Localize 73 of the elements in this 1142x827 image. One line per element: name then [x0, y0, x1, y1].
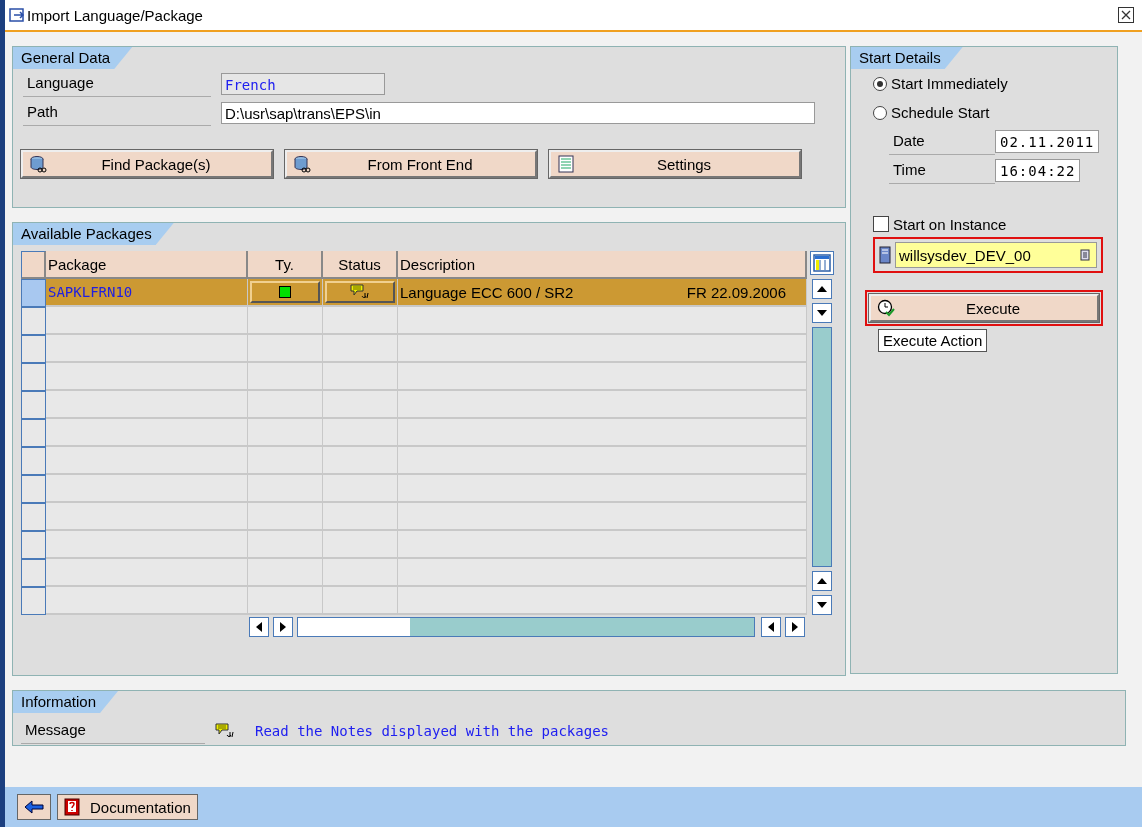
database-icon: [29, 155, 47, 173]
database-icon: [293, 155, 311, 173]
row-selector[interactable]: [21, 419, 46, 447]
status-square-icon: [279, 286, 291, 298]
input-field[interactable]: French: [221, 72, 385, 95]
radio-option[interactable]: Start Immediately: [873, 69, 1117, 98]
row-selector[interactable]: [21, 531, 46, 559]
column-settings-button[interactable]: [810, 251, 834, 275]
radio-option[interactable]: Schedule Start: [873, 98, 1117, 127]
input-field[interactable]: D:\usr\sap\trans\EPS\in: [221, 101, 815, 124]
row-selector[interactable]: [21, 279, 46, 307]
row-selector[interactable]: [21, 587, 46, 615]
table-icon: [813, 254, 831, 272]
time-field[interactable]: 16:04:22: [995, 159, 1081, 182]
row-selector[interactable]: [21, 559, 46, 587]
date-field[interactable]: 02.11.2011: [995, 130, 1100, 153]
table-corner: [21, 251, 46, 279]
close-button[interactable]: [1118, 7, 1134, 23]
scrollbar-thumb[interactable]: [812, 327, 832, 567]
scroll-right-button[interactable]: [273, 617, 293, 637]
front-end-button[interactable]: From Front End: [285, 150, 537, 178]
scroll-up-button[interactable]: [812, 571, 832, 591]
row-selector[interactable]: [21, 503, 46, 531]
right-arrow-icon: [792, 622, 798, 632]
row-selector[interactable]: [21, 391, 46, 419]
table-cell: SAPKLFRN10: [46, 279, 248, 307]
down-arrow-icon: [817, 602, 827, 608]
help-book-icon: [64, 798, 80, 816]
left-arrow-icon: [768, 622, 774, 632]
value-help-icon: [1080, 249, 1090, 261]
column-header[interactable]: Package: [46, 251, 248, 279]
note-icon: [350, 284, 370, 300]
list-icon: [557, 155, 575, 173]
field-label: Language: [23, 70, 211, 97]
scroll-up-button[interactable]: [812, 279, 832, 299]
field-label: Path: [23, 99, 211, 126]
window-title: Import Language/Package: [27, 6, 203, 24]
column-header[interactable]: Description: [398, 251, 807, 279]
find-package-button[interactable]: Find Package(s): [21, 150, 273, 178]
instance-field[interactable]: willsysdev_DEV_00: [895, 242, 1097, 268]
clock-check-icon: [877, 299, 895, 317]
note-icon: [215, 722, 235, 739]
server-icon: [879, 246, 891, 264]
description-text: Language ECC 600 / SR2: [400, 283, 574, 301]
column-header[interactable]: Ty.: [248, 251, 323, 279]
row-selector[interactable]: [21, 335, 46, 363]
row-selector[interactable]: [21, 363, 46, 391]
row-selector[interactable]: [21, 307, 46, 335]
up-arrow-icon: [817, 578, 827, 584]
column-header[interactable]: Status: [323, 251, 398, 279]
back-button[interactable]: [17, 794, 51, 820]
field-label: Message: [21, 717, 205, 744]
execute-button[interactable]: Execute: [869, 294, 1099, 322]
horizontal-scrollbar[interactable]: [297, 617, 755, 637]
settings-button[interactable]: Settings: [549, 150, 801, 178]
date-text: FR 22.09.2006: [686, 283, 786, 301]
documentation-button[interactable]: Documentation: [57, 794, 198, 820]
message-text: Read the Notes displayed with the packages: [255, 722, 609, 739]
scroll-left-button[interactable]: [761, 617, 781, 637]
window-icon: [9, 7, 25, 23]
row-selector[interactable]: [21, 447, 46, 475]
tooltip: Execute Action: [878, 329, 988, 352]
row-selector[interactable]: [21, 475, 46, 503]
scroll-down-button[interactable]: [812, 595, 832, 615]
up-arrow-icon: [817, 286, 827, 292]
scroll-left-button[interactable]: [249, 617, 269, 637]
down-arrow-icon: [817, 310, 827, 316]
left-arrow-icon: [256, 622, 262, 632]
scroll-right-button[interactable]: [785, 617, 805, 637]
scroll-down-button[interactable]: [812, 303, 832, 323]
right-arrow-icon: [280, 622, 286, 632]
back-arrow-icon: [24, 800, 44, 814]
start-on-instance-checkbox[interactable]: Start on Instance: [873, 211, 1117, 237]
